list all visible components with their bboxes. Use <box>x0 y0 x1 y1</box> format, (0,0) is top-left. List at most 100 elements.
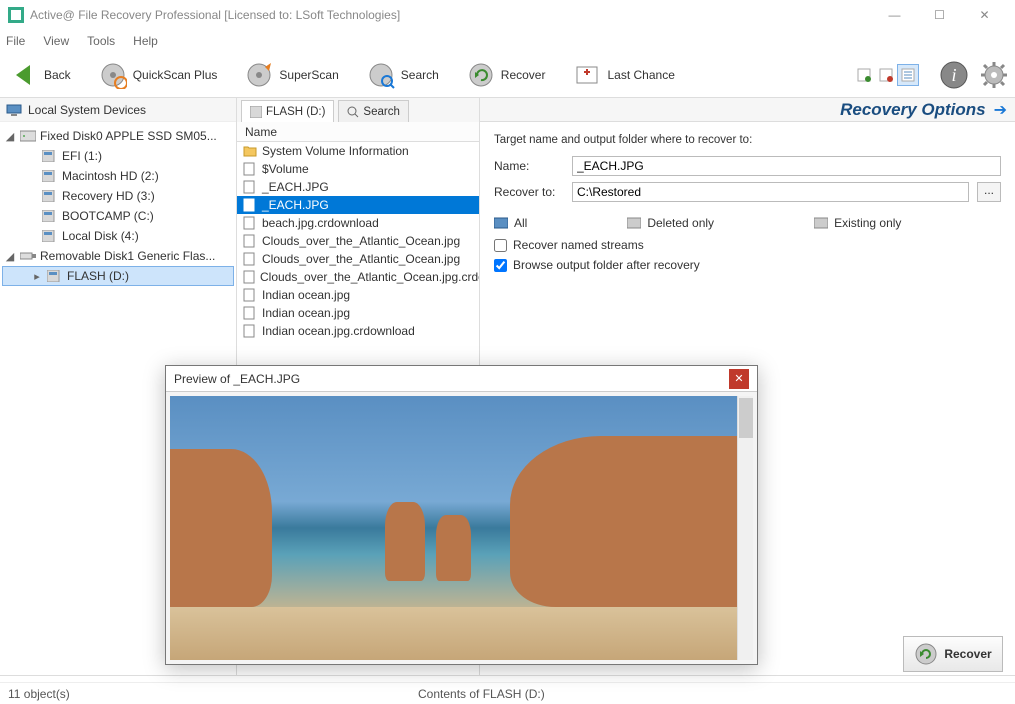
tree-disk0[interactable]: ◢ Fixed Disk0 APPLE SSD SM05... <box>2 126 234 146</box>
tab-flash[interactable]: FLASH (D:) <box>241 100 334 122</box>
file-name: _EACH.JPG <box>262 180 329 194</box>
radio-all-icon[interactable] <box>494 217 508 229</box>
minimize-button[interactable]: ― <box>872 1 917 29</box>
menu-tools[interactable]: Tools <box>87 34 115 48</box>
back-button[interactable]: Back <box>6 57 75 93</box>
radio-existing-icon[interactable] <box>814 217 828 229</box>
tree-volume[interactable]: Recovery HD (3:) <box>2 186 234 206</box>
lastchance-button[interactable]: Last Chance <box>569 57 678 93</box>
browse-button[interactable]: ... <box>977 182 1001 202</box>
folder-icon <box>243 145 257 157</box>
status-path: Contents of FLASH (D:) <box>418 687 545 701</box>
file-icon <box>243 216 257 230</box>
file-name: $Volume <box>262 162 309 176</box>
file-row[interactable]: beach.jpg.crdownload <box>237 214 479 232</box>
file-row[interactable]: $Volume <box>237 160 479 178</box>
named-streams-checkbox[interactable] <box>494 239 507 252</box>
maximize-button[interactable]: ☐ <box>917 1 962 29</box>
menu-view[interactable]: View <box>43 34 69 48</box>
menu-help[interactable]: Help <box>133 34 158 48</box>
view-mode-2[interactable] <box>875 64 897 86</box>
file-name: Clouds_over_the_Atlantic_Ocean.jpg <box>262 234 460 248</box>
radio-all-label[interactable]: All <box>514 216 527 230</box>
tree-volume[interactable]: BOOTCAMP (C:) <box>2 206 234 226</box>
preview-close-button[interactable]: ✕ <box>729 369 749 389</box>
view-mode-1[interactable] <box>853 64 875 86</box>
quickscan-label: QuickScan Plus <box>133 68 218 82</box>
tree-volume[interactable]: Local Disk (4:) <box>2 226 234 246</box>
usb-icon <box>20 250 36 262</box>
collapse-icon[interactable]: ◢ <box>4 250 16 263</box>
recover-action-button[interactable]: Recover <box>903 636 1003 672</box>
superscan-button[interactable]: SuperScan <box>241 57 342 93</box>
volume-icon <box>42 230 58 242</box>
radio-deleted-label[interactable]: Deleted only <box>647 216 714 230</box>
preview-window: Preview of _EACH.JPG ✕ <box>165 365 758 665</box>
file-icon <box>243 252 257 266</box>
info-icon[interactable]: i <box>939 60 969 90</box>
sidebar-header-label: Local System Devices <box>28 103 146 117</box>
recover-button[interactable]: Recover <box>463 57 550 93</box>
file-icon <box>243 306 257 320</box>
file-icon <box>243 198 257 212</box>
tree-label: Removable Disk1 Generic Flas... <box>40 249 215 263</box>
tab-label: Search <box>363 106 399 118</box>
tab-search[interactable]: Search <box>338 100 408 122</box>
disk-recover-icon <box>467 61 495 89</box>
hdd-icon <box>20 130 36 142</box>
disk-search-icon <box>367 61 395 89</box>
computer-icon <box>6 104 22 116</box>
tree-label: Recovery HD (3:) <box>62 189 155 203</box>
recover-label: Recover <box>501 68 546 82</box>
search-button[interactable]: Search <box>363 57 443 93</box>
quickscan-button[interactable]: QuickScan Plus <box>95 57 222 93</box>
name-input[interactable] <box>572 156 1001 176</box>
file-row[interactable]: _EACH.JPG <box>237 196 479 214</box>
volume-icon <box>47 270 63 282</box>
file-row[interactable]: Clouds_over_the_Atlantic_Ocean.jpg <box>237 232 479 250</box>
file-row[interactable]: Indian ocean.jpg <box>237 286 479 304</box>
preview-scrollbar[interactable] <box>737 396 753 660</box>
app-icon <box>8 7 24 23</box>
recovery-options-title: Recovery Options <box>840 100 986 120</box>
file-name: Indian ocean.jpg.crdownload <box>262 324 415 338</box>
back-icon <box>10 61 38 89</box>
volume-icon <box>42 190 58 202</box>
settings-icon[interactable] <box>979 60 1009 90</box>
forward-icon[interactable]: ➔ <box>994 100 1007 120</box>
file-row[interactable]: Clouds_over_the_Atlantic_Ocean.jpg <box>237 250 479 268</box>
file-icon <box>243 270 255 284</box>
file-row[interactable]: Indian ocean.jpg.crdownload <box>237 322 479 340</box>
file-name: Clouds_over_the_Atlantic_Ocean.jpg <box>262 252 460 266</box>
view-mode-3[interactable] <box>897 64 919 86</box>
file-icon <box>243 324 257 338</box>
expand-icon[interactable]: ▸ <box>31 270 43 283</box>
sidebar-header: Local System Devices <box>0 98 236 122</box>
close-button[interactable]: ✕ <box>962 1 1007 29</box>
tree-label: BOOTCAMP (C:) <box>62 209 154 223</box>
preview-image <box>170 396 737 660</box>
column-header-name[interactable]: Name <box>237 122 479 142</box>
tree-volume[interactable]: Macintosh HD (2:) <box>2 166 234 186</box>
recoverto-input[interactable] <box>572 182 969 202</box>
tree-flash[interactable]: ▸ FLASH (D:) <box>2 266 234 286</box>
radio-existing-label[interactable]: Existing only <box>834 216 901 230</box>
radio-deleted-icon[interactable] <box>627 217 641 229</box>
file-row[interactable]: Indian ocean.jpg <box>237 304 479 322</box>
file-row[interactable]: System Volume Information <box>237 142 479 160</box>
file-icon <box>243 162 257 176</box>
volume-icon <box>42 210 58 222</box>
recover-btn-label: Recover <box>944 647 991 661</box>
tree-volume[interactable]: EFI (1:) <box>2 146 234 166</box>
file-row[interactable]: Clouds_over_the_Atlantic_Ocean.jpg.crdow… <box>237 268 479 286</box>
file-name: Indian ocean.jpg <box>262 306 350 320</box>
collapse-icon[interactable]: ◢ <box>4 130 16 143</box>
menu-file[interactable]: File <box>6 34 25 48</box>
back-label: Back <box>44 68 71 82</box>
search-icon <box>347 106 359 118</box>
tree-disk1[interactable]: ◢ Removable Disk1 Generic Flas... <box>2 246 234 266</box>
file-row[interactable]: _EACH.JPG <box>237 178 479 196</box>
browse-after-checkbox[interactable] <box>494 259 507 272</box>
preview-title: Preview of _EACH.JPG <box>174 372 300 386</box>
tree-label: Macintosh HD (2:) <box>62 169 159 183</box>
